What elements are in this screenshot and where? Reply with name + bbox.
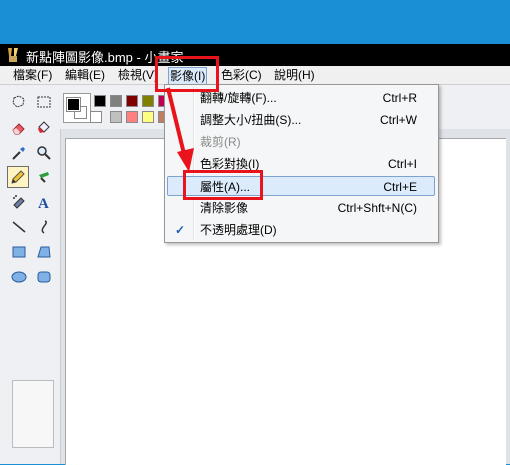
menu-file[interactable]: 檔案(F) <box>12 67 53 83</box>
menu-edit[interactable]: 編輯(E) <box>64 67 106 83</box>
magnifier-icon[interactable] <box>33 142 55 164</box>
menu-item-shortcut: Ctrl+R <box>382 91 417 105</box>
line-icon[interactable] <box>8 216 30 238</box>
rounded-rect-icon[interactable] <box>33 266 55 288</box>
paint-window: 新點陣圖影像.bmp - 小畫家 檔案(F) 編輯(E) 檢視(V) 影像(I)… <box>0 0 510 465</box>
menu-view[interactable]: 檢視(V) <box>117 67 159 83</box>
menu-help[interactable]: 說明(H) <box>273 67 316 83</box>
menu-item-opaque[interactable]: ✓ 不透明處理(D) <box>167 220 435 240</box>
text-icon[interactable]: A <box>33 191 55 213</box>
menu-item-shortcut: Ctrl+E <box>383 180 417 194</box>
paint-icon <box>8 48 18 62</box>
annotation-arrow <box>166 87 194 172</box>
image-menu-dropdown: 翻轉/旋轉(F)... Ctrl+R 調整大小/扭曲(S)... Ctrl+W … <box>164 84 439 243</box>
polygon-icon[interactable] <box>33 241 55 263</box>
color-swatch[interactable] <box>110 111 122 123</box>
menu-item-shortcut: Ctrl+W <box>380 113 417 127</box>
menu-item-clear-image[interactable]: 清除影像 Ctrl+Shft+N(C) <box>167 198 435 218</box>
free-select-icon[interactable] <box>8 91 30 113</box>
ellipse-icon[interactable] <box>8 266 30 288</box>
menu-item-shortcut: Ctrl+I <box>387 157 417 171</box>
menu-bar: 檔案(F) 編輯(E) 檢視(V) 影像(I) 色彩(C) 說明(H) <box>0 66 510 85</box>
tool-options-box[interactable] <box>12 380 54 448</box>
menu-item-shortcut: Ctrl+Shft+N(C) <box>337 201 417 215</box>
color-swatch[interactable] <box>126 95 138 107</box>
color-swatch[interactable] <box>142 111 154 123</box>
color-swatch[interactable] <box>94 95 106 107</box>
svg-text:A: A <box>38 196 49 210</box>
rect-select-icon[interactable] <box>33 91 55 113</box>
foreground-color[interactable] <box>66 97 81 112</box>
pencil-icon[interactable] <box>7 166 29 188</box>
current-colors[interactable] <box>63 93 91 123</box>
menu-item-label: 裁剪(R) <box>200 135 241 149</box>
menu-item-label: 清除影像 <box>200 201 249 215</box>
airbrush-icon[interactable] <box>8 191 30 213</box>
fill-bucket-icon[interactable] <box>33 117 55 139</box>
menu-item-label: 不透明處理(D) <box>200 223 277 237</box>
color-picker-icon[interactable] <box>8 142 30 164</box>
checkmark-icon: ✓ <box>175 223 186 237</box>
color-swatch[interactable] <box>126 111 138 123</box>
color-swatch[interactable] <box>110 95 122 107</box>
title-bar: 新點陣圖影像.bmp - 小畫家 <box>0 44 510 66</box>
menu-color[interactable]: 色彩(C) <box>220 67 263 83</box>
color-swatch[interactable] <box>90 111 102 123</box>
toolbox: A <box>0 85 61 464</box>
eraser-icon[interactable] <box>8 117 30 139</box>
rectangle-icon[interactable] <box>8 241 30 263</box>
menu-item-crop: 裁剪(R) <box>167 132 435 152</box>
menu-item-resize-skew[interactable]: 調整大小/扭曲(S)... Ctrl+W <box>167 110 435 130</box>
color-swatch[interactable] <box>142 95 154 107</box>
brush-icon[interactable] <box>33 166 55 188</box>
menu-item-label: 調整大小/扭曲(S)... <box>200 113 302 127</box>
curve-icon[interactable] <box>33 216 55 238</box>
